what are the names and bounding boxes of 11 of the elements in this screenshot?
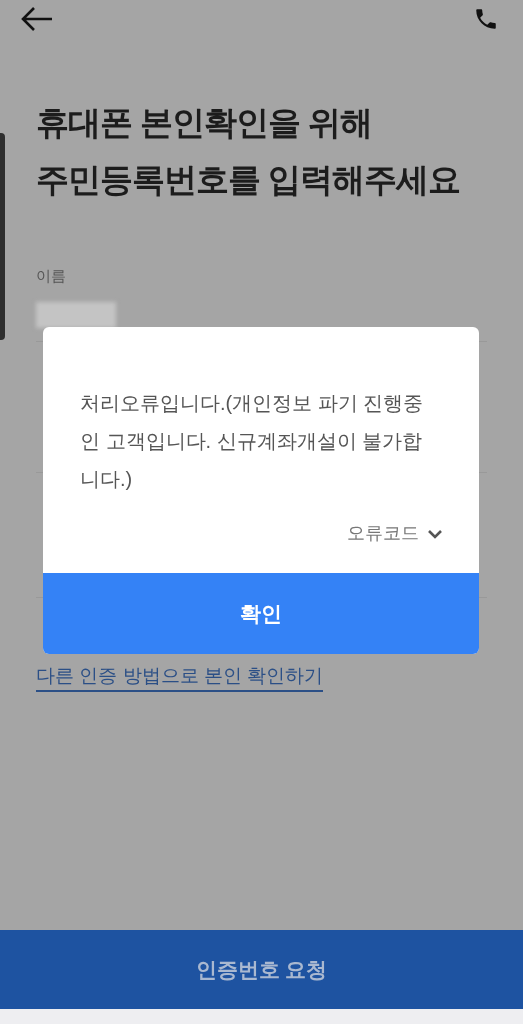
- error-message: 처리오류입니다.(개인정보 파기 진행중인 고객입니다. 신규계좌개설이 불가합니다.): [79, 391, 425, 492]
- phone-icon[interactable]: [473, 6, 499, 32]
- field-label: 이름: [36, 266, 67, 286]
- error-code-toggle[interactable]: 오류코드: [347, 520, 443, 547]
- confirm-button[interactable]: 확인: [43, 573, 479, 654]
- page-title: 주민등록번호를 입력해주세요: [36, 160, 462, 200]
- back-arrow-icon[interactable]: [20, 6, 54, 32]
- alt-verification-link[interactable]: 다른 인증 방법으로 본인 확인하기: [36, 662, 324, 692]
- request-code-button[interactable]: 인증번호 요청: [0, 930, 523, 1009]
- page-title: 휴대폰 본인확인을 위해: [36, 103, 374, 143]
- chevron-icon: [427, 527, 443, 540]
